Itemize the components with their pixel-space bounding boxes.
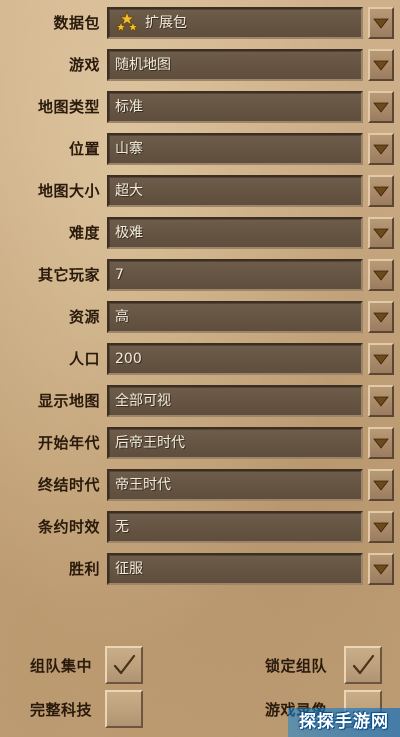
chevron-down-icon (373, 396, 389, 407)
option-team-together: 组队集中 (0, 646, 150, 686)
setting-value: 标准 (115, 99, 143, 115)
setting-value: 200 (115, 351, 142, 367)
chevron-down-icon (373, 18, 389, 29)
setting-row-data-pack: 数据包 扩展包 (0, 5, 400, 41)
dropdown-button[interactable] (368, 133, 394, 165)
setting-value: 山寨 (115, 141, 143, 157)
setting-label: 开始年代 (37, 434, 100, 452)
chevron-down-icon (373, 186, 389, 197)
dropdown-button[interactable] (368, 385, 394, 417)
full-tech-tree-checkbox[interactable] (105, 690, 143, 728)
setting-row-difficulty: 难度 极难 (0, 215, 400, 251)
setting-label: 人口 (68, 350, 100, 368)
chevron-down-icon (373, 480, 389, 491)
setting-value: 扩展包 (145, 15, 187, 31)
setting-value: 随机地图 (115, 57, 171, 73)
setting-label: 地图类型 (37, 98, 100, 116)
setting-value: 高 (115, 309, 129, 325)
dropdown-button[interactable] (368, 91, 394, 123)
data-pack-select[interactable]: 扩展包 (107, 7, 363, 39)
lock-teams-checkbox[interactable] (344, 646, 382, 684)
setting-value: 全部可视 (115, 393, 171, 409)
setting-row-starting-age: 开始年代 后帝王时代 (0, 425, 400, 461)
chevron-down-icon (373, 144, 389, 155)
setting-row-victory: 胜利 征服 (0, 551, 400, 587)
chevron-down-icon (373, 312, 389, 323)
setting-row-game: 游戏 随机地图 (0, 47, 400, 83)
chevron-down-icon (373, 438, 389, 449)
population-select[interactable]: 200 (107, 343, 363, 375)
chevron-down-icon (373, 270, 389, 281)
setting-value: 极难 (115, 225, 143, 241)
dropdown-button[interactable] (368, 7, 394, 39)
option-label: 完整科技 (30, 701, 93, 719)
setting-value: 征服 (115, 561, 143, 577)
other-players-select[interactable]: 7 (107, 259, 363, 291)
setting-label: 胜利 (68, 560, 100, 578)
setting-row-map-size: 地图大小 超大 (0, 173, 400, 209)
chevron-down-icon (373, 228, 389, 239)
stars-icon (114, 10, 140, 35)
setting-label: 终结时代 (37, 476, 100, 494)
option-label: 锁定组队 (265, 657, 328, 675)
setting-label: 其它玩家 (37, 266, 100, 284)
setting-label: 位置 (68, 140, 100, 158)
setting-value: 帝王时代 (115, 477, 171, 493)
resources-select[interactable]: 高 (107, 301, 363, 333)
victory-select[interactable]: 征服 (107, 553, 363, 585)
chevron-down-icon (373, 102, 389, 113)
dropdown-button[interactable] (368, 427, 394, 459)
setting-row-map-type: 地图类型 标准 (0, 89, 400, 125)
chevron-down-icon (373, 522, 389, 533)
site-watermark: 探探手游网 (288, 708, 400, 737)
map-type-select[interactable]: 标准 (107, 91, 363, 123)
setting-row-population: 人口 200 (0, 341, 400, 377)
checkmark-icon (113, 654, 136, 675)
dropdown-button[interactable] (368, 553, 394, 585)
setting-row-location: 位置 山寨 (0, 131, 400, 167)
chevron-down-icon (373, 354, 389, 365)
setting-label: 资源 (68, 308, 100, 326)
chevron-down-icon (373, 60, 389, 71)
map-size-select[interactable]: 超大 (107, 175, 363, 207)
dropdown-button[interactable] (368, 175, 394, 207)
setting-row-ending-age: 终结时代 帝王时代 (0, 467, 400, 503)
dropdown-button[interactable] (368, 301, 394, 333)
treaty-length-select[interactable]: 无 (107, 511, 363, 543)
setting-value: 超大 (115, 183, 143, 199)
dropdown-button[interactable] (368, 49, 394, 81)
game-select[interactable]: 随机地图 (107, 49, 363, 81)
setting-label: 数据包 (53, 14, 100, 32)
setting-label: 地图大小 (37, 182, 100, 200)
setting-row-reveal-map: 显示地图 全部可视 (0, 383, 400, 419)
starting-age-select[interactable]: 后帝王时代 (107, 427, 363, 459)
location-select[interactable]: 山寨 (107, 133, 363, 165)
option-label: 组队集中 (30, 657, 93, 675)
setting-label: 游戏 (68, 56, 100, 74)
setting-value: 无 (115, 519, 129, 535)
chevron-down-icon (373, 564, 389, 575)
dropdown-button[interactable] (368, 343, 394, 375)
dropdown-button[interactable] (368, 511, 394, 543)
team-together-checkbox[interactable] (105, 646, 143, 684)
dropdown-button[interactable] (368, 469, 394, 501)
setting-label: 条约时效 (37, 518, 100, 536)
setting-value: 后帝王时代 (115, 435, 185, 451)
setting-label: 难度 (68, 224, 100, 242)
checkmark-icon (352, 654, 375, 675)
setting-row-other-players: 其它玩家 7 (0, 257, 400, 293)
setting-label: 显示地图 (37, 392, 100, 410)
dropdown-button[interactable] (368, 217, 394, 249)
setting-row-resources: 资源 高 (0, 299, 400, 335)
ending-age-select[interactable]: 帝王时代 (107, 469, 363, 501)
setting-value: 7 (115, 267, 124, 283)
option-full-tech-tree: 完整科技 (0, 690, 150, 730)
setting-row-treaty-length: 条约时效 无 (0, 509, 400, 545)
reveal-map-select[interactable]: 全部可视 (107, 385, 363, 417)
option-lock-teams: 锁定组队 (250, 646, 400, 686)
dropdown-button[interactable] (368, 259, 394, 291)
difficulty-select[interactable]: 极难 (107, 217, 363, 249)
